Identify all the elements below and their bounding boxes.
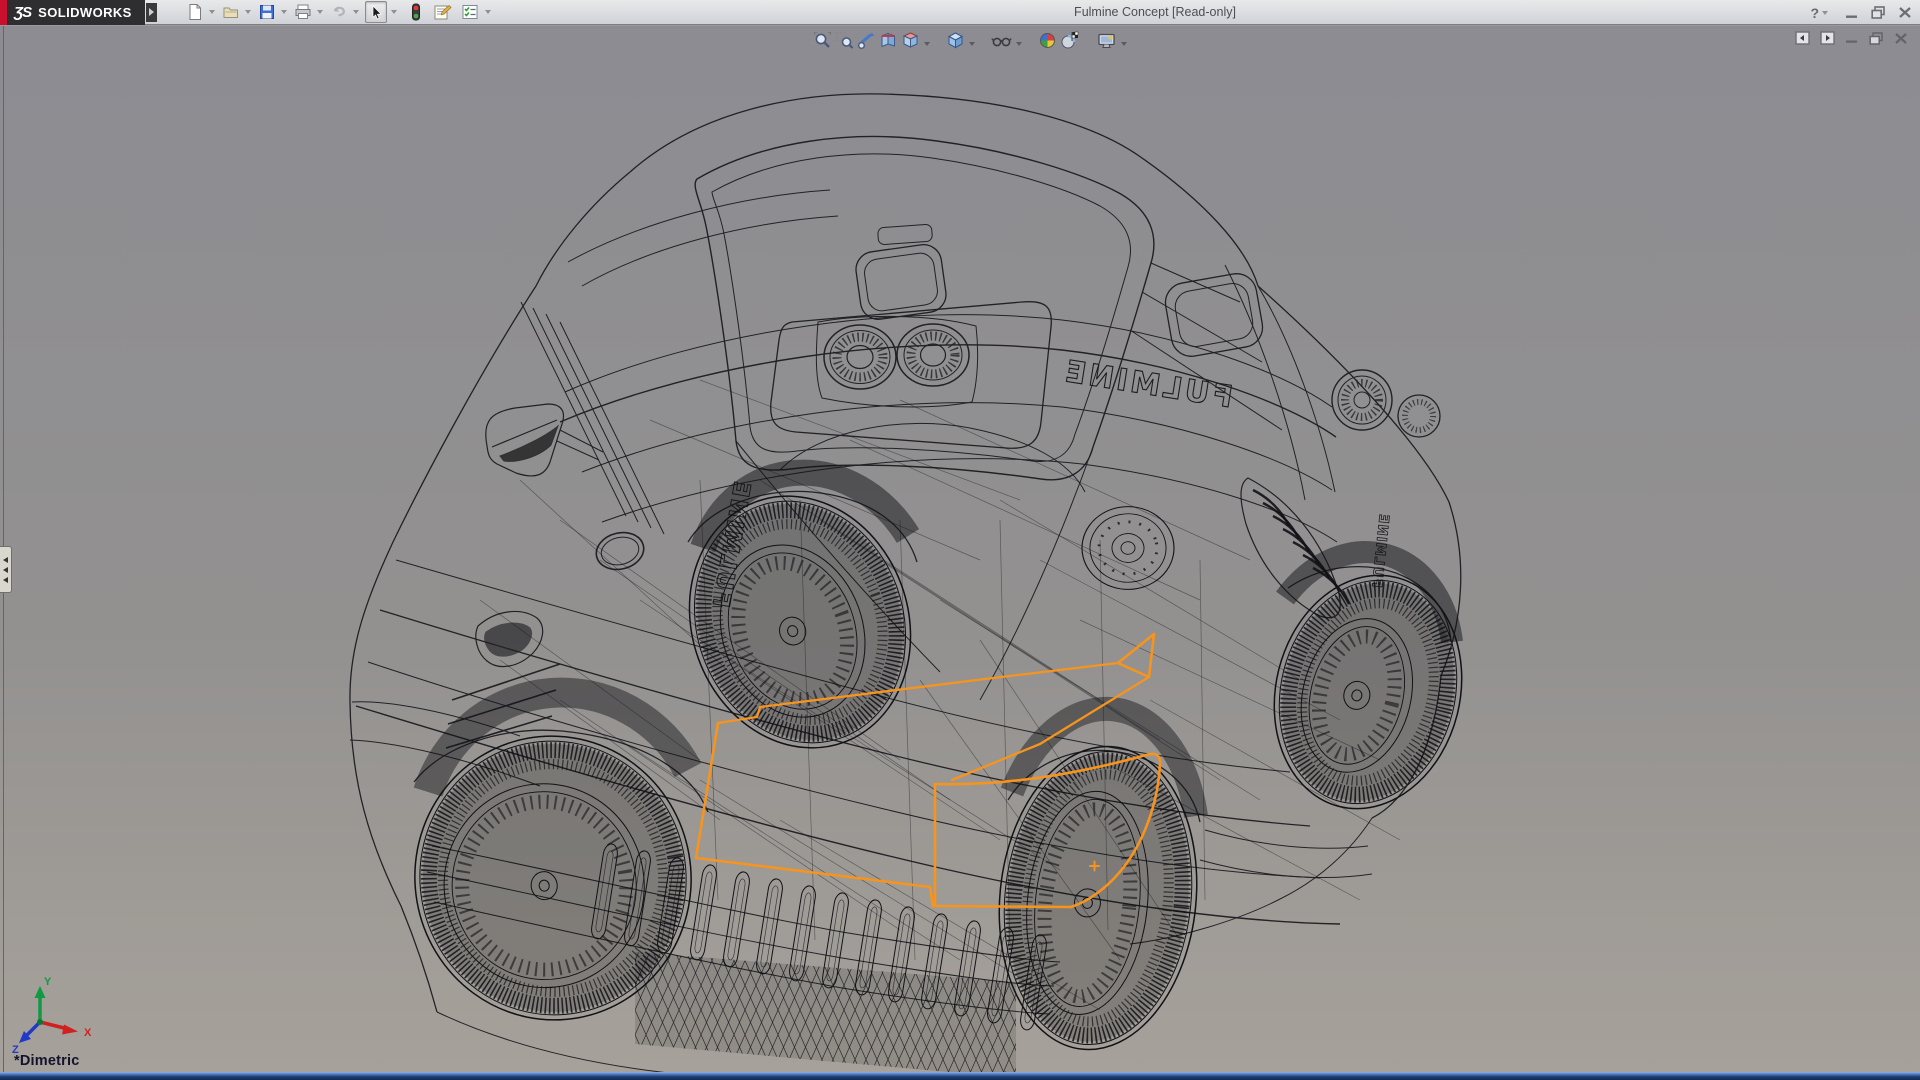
open-folder-icon xyxy=(223,7,238,18)
section-view-button[interactable] xyxy=(879,31,898,50)
print-dropdown-arrow[interactable] xyxy=(316,10,323,14)
select-dropdown-arrow[interactable] xyxy=(390,10,397,14)
section-view-icon xyxy=(881,32,895,48)
taillight-right xyxy=(896,323,970,387)
title-bar: ƷS SOLIDWORKS Fulmine Concept [Read-only… xyxy=(0,0,1920,25)
minimize-icon xyxy=(1846,15,1857,18)
brand-red-strip xyxy=(0,0,7,25)
view-settings-dropdown-arrow[interactable] xyxy=(1121,41,1127,46)
chevron-left-icon xyxy=(3,566,8,573)
options-checklist-icon xyxy=(462,5,478,19)
help-button[interactable]: ? xyxy=(1810,5,1833,21)
apply-scene-icon xyxy=(1061,31,1079,49)
minimize-document-icon xyxy=(1846,40,1857,43)
zoom-to-fit-button[interactable] xyxy=(813,31,832,50)
titlebar-window-controls: ? xyxy=(1810,0,1912,25)
new-dropdown-arrow[interactable] xyxy=(208,10,215,14)
restore-icon xyxy=(1871,6,1885,19)
hide-show-items-button[interactable] xyxy=(991,31,1012,50)
model-3d-view[interactable]: FULMINE FULMINE FULMINE X Y Z xyxy=(0,26,1920,1072)
feature-pane-collapsed-tab[interactable] xyxy=(0,546,12,593)
previous-view-button[interactable] xyxy=(857,31,876,50)
toggle-right-pane-button[interactable] xyxy=(1820,31,1835,45)
toggle-right-pane-icon xyxy=(1820,31,1835,45)
open-button[interactable] xyxy=(221,1,241,23)
hide-show-dropdown-arrow[interactable] xyxy=(1016,41,1022,46)
eyeglasses-icon xyxy=(991,37,1012,47)
select-cursor-icon xyxy=(372,4,382,19)
new-document-button[interactable] xyxy=(185,1,205,23)
close-icon xyxy=(1899,7,1911,18)
select-button[interactable] xyxy=(364,1,387,23)
view-orientation-button[interactable] xyxy=(901,31,920,50)
zoom-to-area-button[interactable] xyxy=(835,31,854,50)
save-dropdown-arrow[interactable] xyxy=(280,10,287,14)
chevron-left-icon xyxy=(3,556,8,563)
save-button[interactable] xyxy=(257,1,277,23)
minimize-button[interactable] xyxy=(1845,7,1859,19)
print-button[interactable] xyxy=(293,1,313,23)
close-document-icon xyxy=(1895,32,1907,44)
undo-arrow-icon xyxy=(333,6,345,17)
heads-up-view-toolbar xyxy=(813,31,1129,50)
help-icon: ? xyxy=(1810,4,1819,21)
side-lamp-right xyxy=(1331,369,1441,438)
badge-rear: FULMINE xyxy=(1060,354,1235,415)
dassault-3ds-logo-icon: ƷS xyxy=(14,3,32,21)
triad-x-arrow xyxy=(62,1024,78,1035)
appearance-sphere-icon xyxy=(1040,33,1055,48)
new-document-icon xyxy=(189,4,201,20)
undo-button[interactable] xyxy=(329,1,349,23)
toggle-left-pane-button[interactable] xyxy=(1795,31,1810,45)
document-window-controls xyxy=(1795,31,1908,45)
solidworks-logo: ƷS SOLIDWORKS xyxy=(7,0,145,25)
apply-scene-button[interactable] xyxy=(1060,31,1080,50)
restore-button[interactable] xyxy=(1871,6,1886,19)
open-dropdown-arrow[interactable] xyxy=(244,10,251,14)
standard-toolbar xyxy=(185,1,496,23)
close-button[interactable] xyxy=(1898,6,1912,19)
taillight-left xyxy=(823,324,897,390)
display-style-cube-icon xyxy=(947,32,964,49)
display-style-dropdown-arrow[interactable] xyxy=(969,41,975,46)
triad-x-label: X xyxy=(84,1027,92,1039)
close-document-button[interactable] xyxy=(1894,32,1908,45)
solidworks-wordmark: SOLIDWORKS xyxy=(38,4,132,20)
chevron-left-icon xyxy=(3,576,8,583)
file-properties-button[interactable] xyxy=(432,1,453,23)
view-orientation-label: *Dimetric xyxy=(14,1053,80,1069)
undo-dropdown-arrow[interactable] xyxy=(352,10,359,14)
orientation-triad: X Y Z xyxy=(12,976,92,1056)
toggle-left-pane-icon xyxy=(1795,31,1810,45)
view-settings-icon xyxy=(1098,33,1115,48)
print-icon xyxy=(295,4,311,19)
zoom-to-area-icon xyxy=(836,32,854,49)
display-style-button[interactable] xyxy=(946,31,965,50)
save-floppy-icon xyxy=(259,5,274,19)
previous-view-icon xyxy=(858,32,875,49)
menu-expand-button[interactable] xyxy=(145,2,157,22)
chevron-right-icon xyxy=(148,8,154,16)
rebuild-button[interactable] xyxy=(409,1,423,23)
zoom-to-fit-icon xyxy=(814,32,831,48)
rebuild-traffic-light-icon xyxy=(411,3,420,21)
triad-y-label: Y xyxy=(44,976,52,988)
restore-document-button[interactable] xyxy=(1869,31,1884,45)
solidworks-window: { "titlebar": { "logo_glyph": "\u01b7S",… xyxy=(0,0,1920,1080)
minimize-document-button[interactable] xyxy=(1845,32,1859,44)
help-dropdown-arrow[interactable] xyxy=(1822,10,1828,15)
window-title: Fulmine Concept [Read-only] xyxy=(1074,5,1236,19)
view-orientation-cube-icon xyxy=(902,32,919,48)
file-properties-icon xyxy=(434,4,452,20)
edit-appearance-button[interactable] xyxy=(1038,31,1057,50)
restore-document-icon xyxy=(1869,31,1883,45)
view-settings-button[interactable] xyxy=(1097,31,1117,50)
taskbar-edge xyxy=(0,1072,1920,1080)
options-button[interactable] xyxy=(460,1,481,23)
view-orientation-dropdown-arrow[interactable] xyxy=(924,41,930,46)
options-dropdown-arrow[interactable] xyxy=(484,10,491,14)
